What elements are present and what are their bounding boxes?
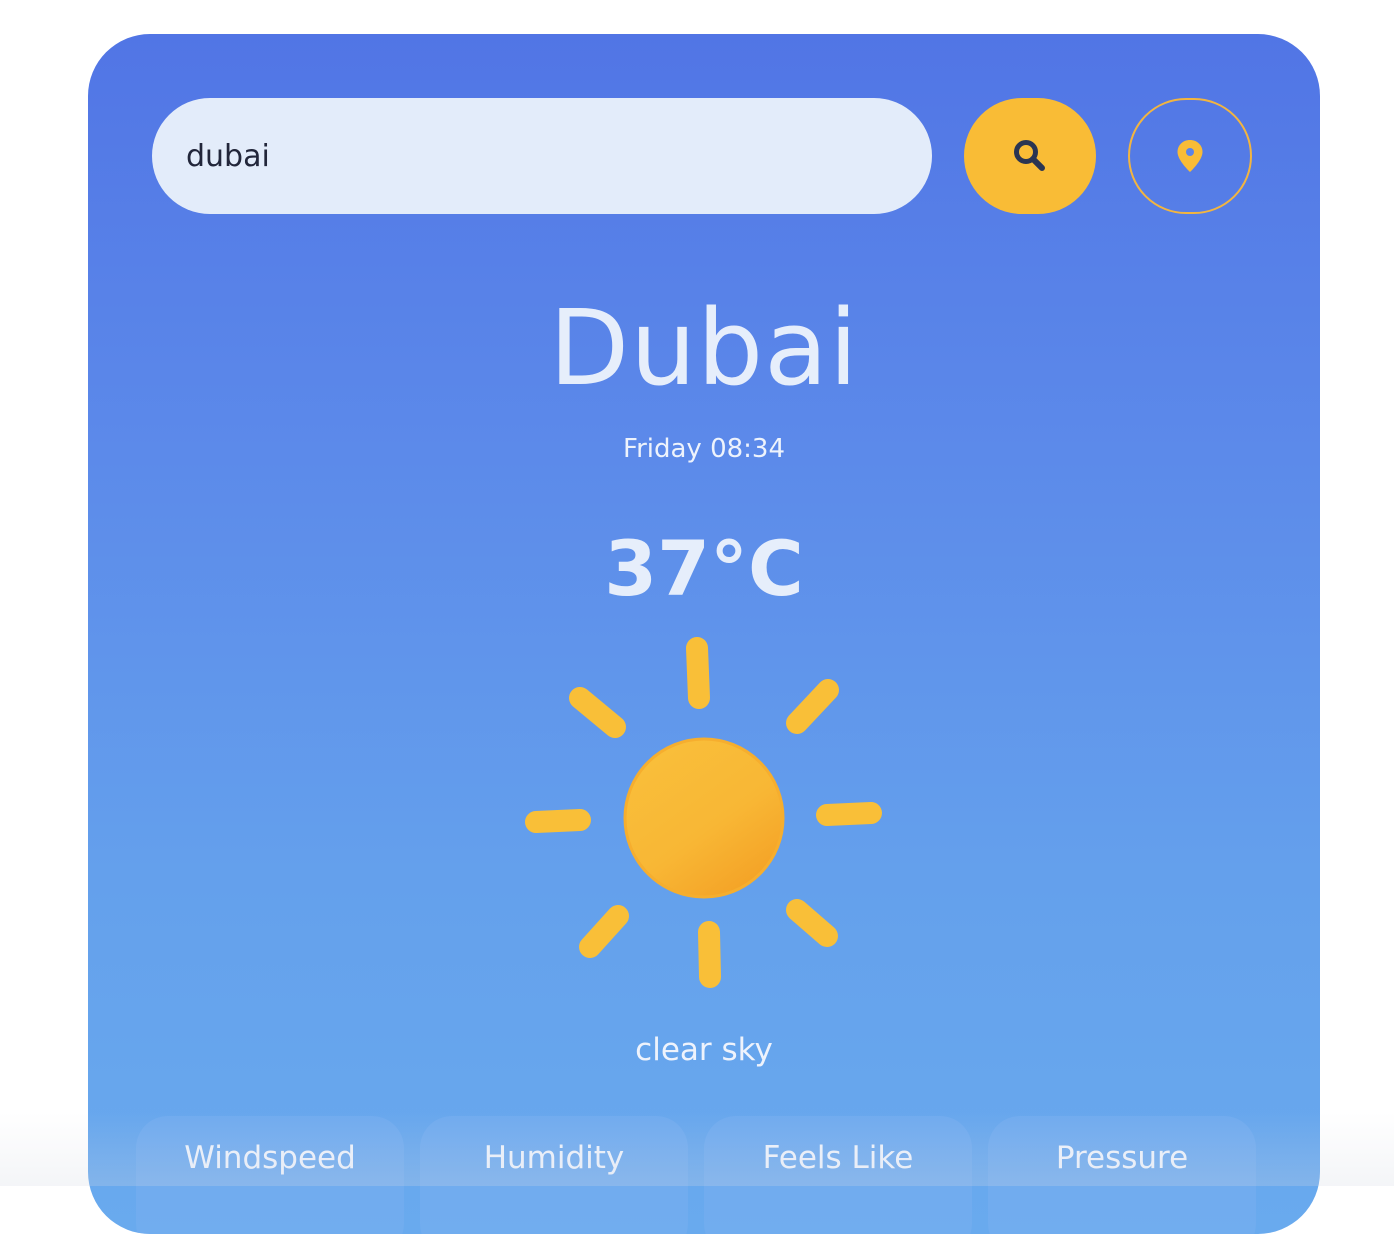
stat-label: Windspeed	[184, 1140, 356, 1176]
stat-windspeed[interactable]: Windspeed	[136, 1116, 404, 1234]
stat-label: Pressure	[1055, 1140, 1189, 1176]
local-datetime: Friday 08:34	[623, 434, 785, 464]
stat-label: Humidity	[483, 1140, 625, 1176]
weather-condition: clear sky	[635, 1032, 773, 1068]
stat-pressure[interactable]: Pressure	[988, 1116, 1256, 1234]
search-button[interactable]	[964, 98, 1096, 214]
stat-feels-like[interactable]: Feels Like	[704, 1116, 972, 1234]
sun-icon	[525, 637, 882, 988]
city-name: Dubai	[549, 287, 859, 409]
location-pin-icon	[1177, 140, 1203, 172]
temperature: 37°C	[604, 524, 804, 613]
search-icon	[1014, 140, 1045, 171]
weather-card: Dubai Friday 08:34 37°C clear sky Windsp…	[88, 34, 1320, 1234]
current-location-button[interactable]	[1128, 98, 1252, 214]
search-input[interactable]	[152, 98, 932, 214]
stat-humidity[interactable]: Humidity	[420, 1116, 688, 1234]
weather-stats: Windspeed Humidity Feels Like Pressure	[136, 1116, 1272, 1234]
stat-label: Feels Like	[762, 1140, 914, 1176]
